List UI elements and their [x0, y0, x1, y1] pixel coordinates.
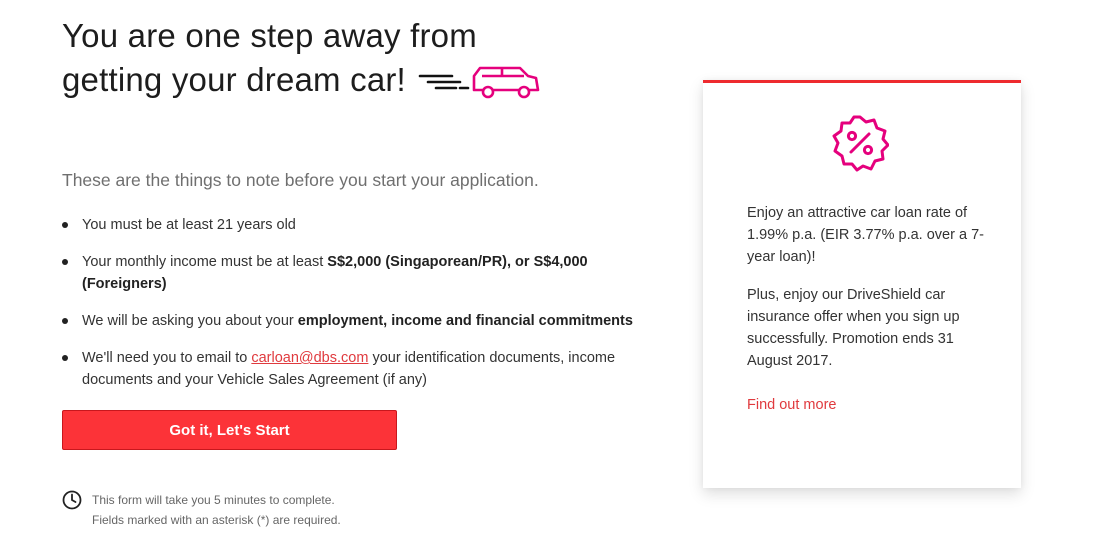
- title-line-2: getting your dream car!: [62, 61, 406, 98]
- note-text: You must be at least 21 years old: [82, 217, 296, 233]
- footnote-line-2: Fields marked with an asterisk (*) are r…: [92, 513, 341, 527]
- bullet: [62, 259, 68, 265]
- start-button[interactable]: Got it, Let's Start: [62, 410, 397, 450]
- list-item: You must be at least 21 years old: [62, 214, 662, 236]
- promo-paragraph-2: Plus, enjoy our DriveShield car insuranc…: [747, 287, 960, 369]
- note-text: We will be asking you about your: [82, 313, 298, 329]
- promo-paragraph-1: Enjoy an attractive car loan rate of 1.9…: [747, 205, 984, 265]
- email-link[interactable]: carloan@dbs.com: [251, 350, 368, 366]
- list-item: We will be asking you about your employm…: [62, 310, 662, 332]
- footnote-text: This form will take you 5 minutes to com…: [92, 490, 341, 530]
- footnote-line-1: This form will take you 5 minutes to com…: [92, 493, 335, 507]
- page-title: You are one step away from getting your …: [62, 14, 662, 102]
- promo-body: Enjoy an attractive car loan rate of 1.9…: [747, 202, 987, 416]
- list-item: We'll need you to email to carloan@dbs.c…: [62, 347, 662, 391]
- find-out-more-link[interactable]: Find out more: [747, 394, 836, 416]
- title-line-1: You are one step away from: [62, 17, 477, 54]
- car-speed-icon: [418, 66, 540, 99]
- form-footnote: This form will take you 5 minutes to com…: [62, 490, 341, 530]
- bullet: [62, 318, 68, 324]
- bullet: [62, 355, 68, 361]
- notes-list: You must be at least 21 years old Your m…: [62, 214, 662, 391]
- left-column: You are one step away from getting your …: [62, 14, 662, 450]
- intro-text: These are the things to note before you …: [62, 170, 539, 190]
- note-text: Your monthly income must be at least: [82, 254, 328, 270]
- percent-badge-icon: [832, 115, 889, 172]
- note-bold: employment, income and financial commitm…: [297, 313, 633, 329]
- page: You are one step away from getting your …: [0, 0, 1106, 559]
- title-line-2-row: getting your dream car!: [62, 58, 662, 102]
- clock-icon: [62, 490, 82, 510]
- bullet: [62, 222, 68, 228]
- note-text: We'll need you to email to: [82, 350, 252, 366]
- list-item: Your monthly income must be at least S$2…: [62, 251, 662, 295]
- promo-card: Enjoy an attractive car loan rate of 1.9…: [703, 80, 1021, 488]
